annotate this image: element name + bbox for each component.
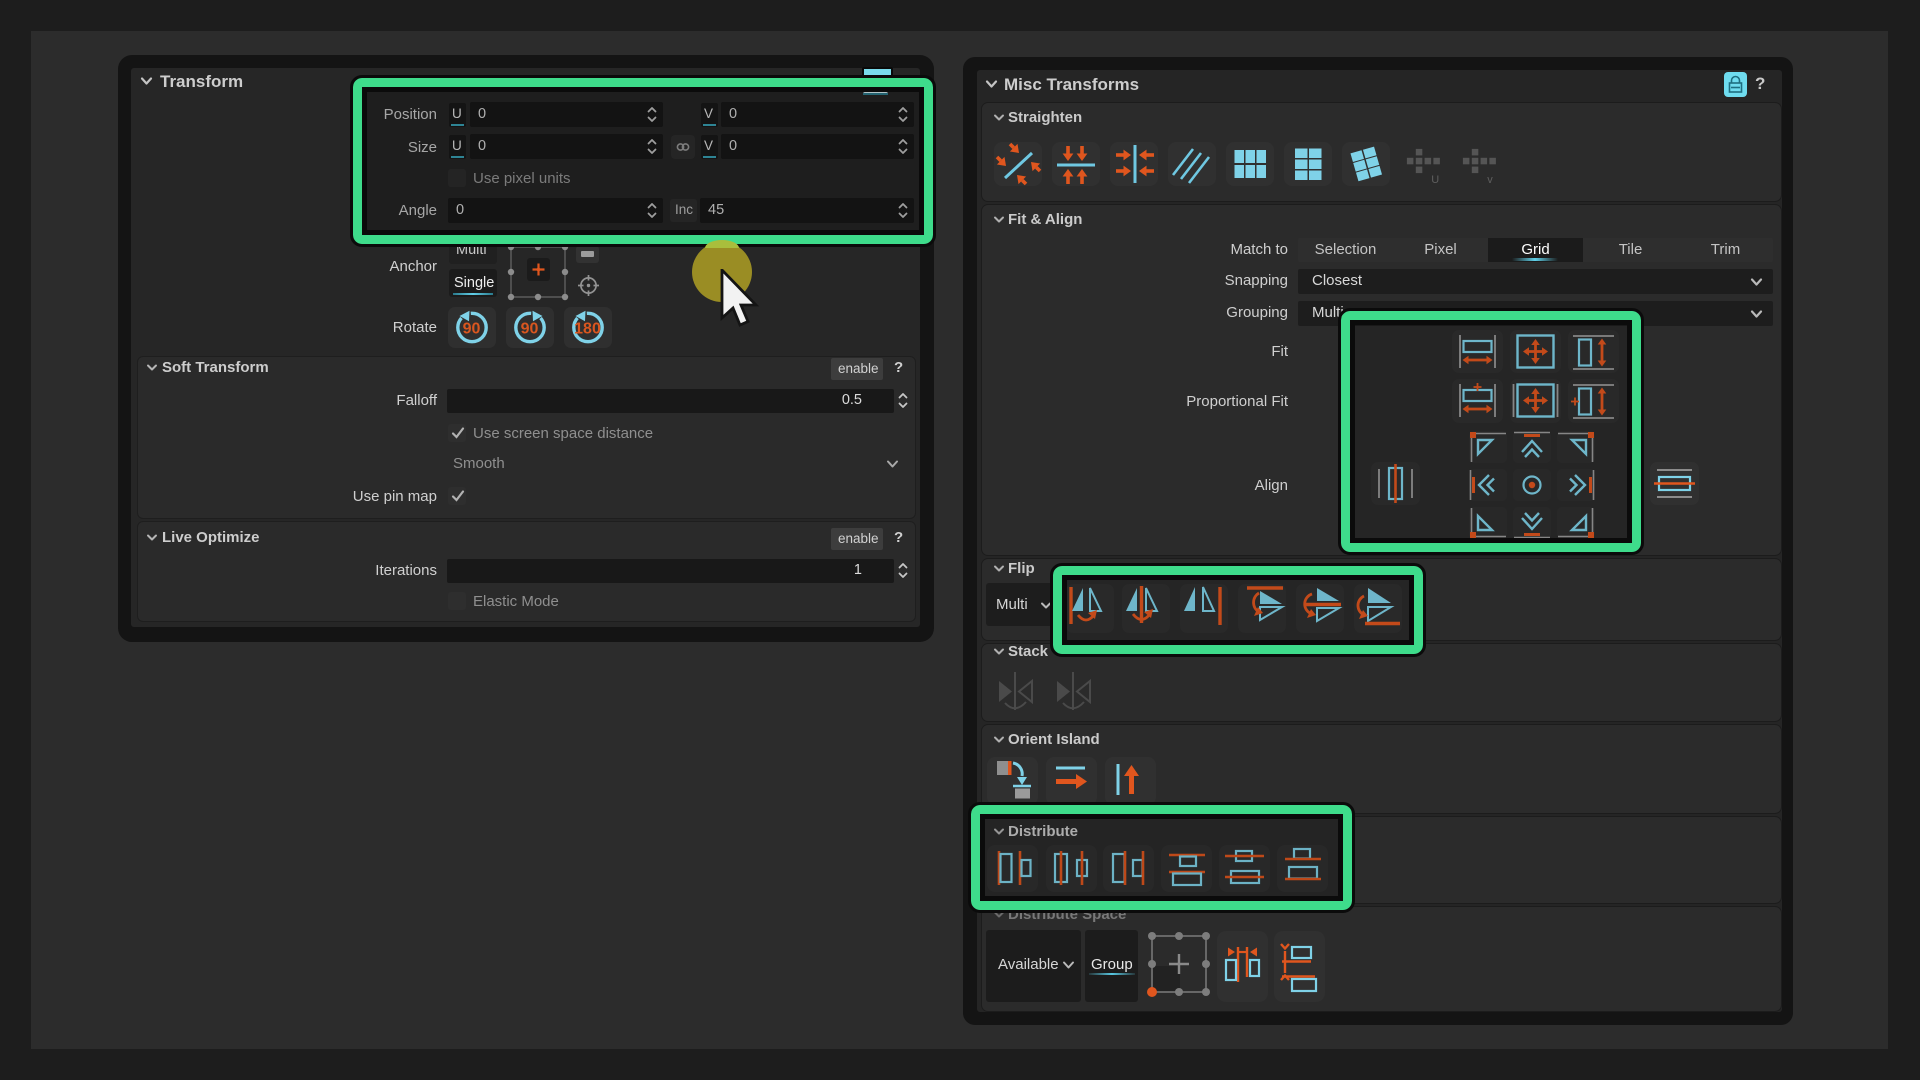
svg-text:180: 180 bbox=[574, 321, 601, 338]
svg-text:U: U bbox=[1431, 174, 1439, 186]
svg-text:90: 90 bbox=[521, 321, 539, 338]
svg-text:v: v bbox=[1487, 174, 1493, 186]
svg-text:90: 90 bbox=[463, 321, 481, 338]
